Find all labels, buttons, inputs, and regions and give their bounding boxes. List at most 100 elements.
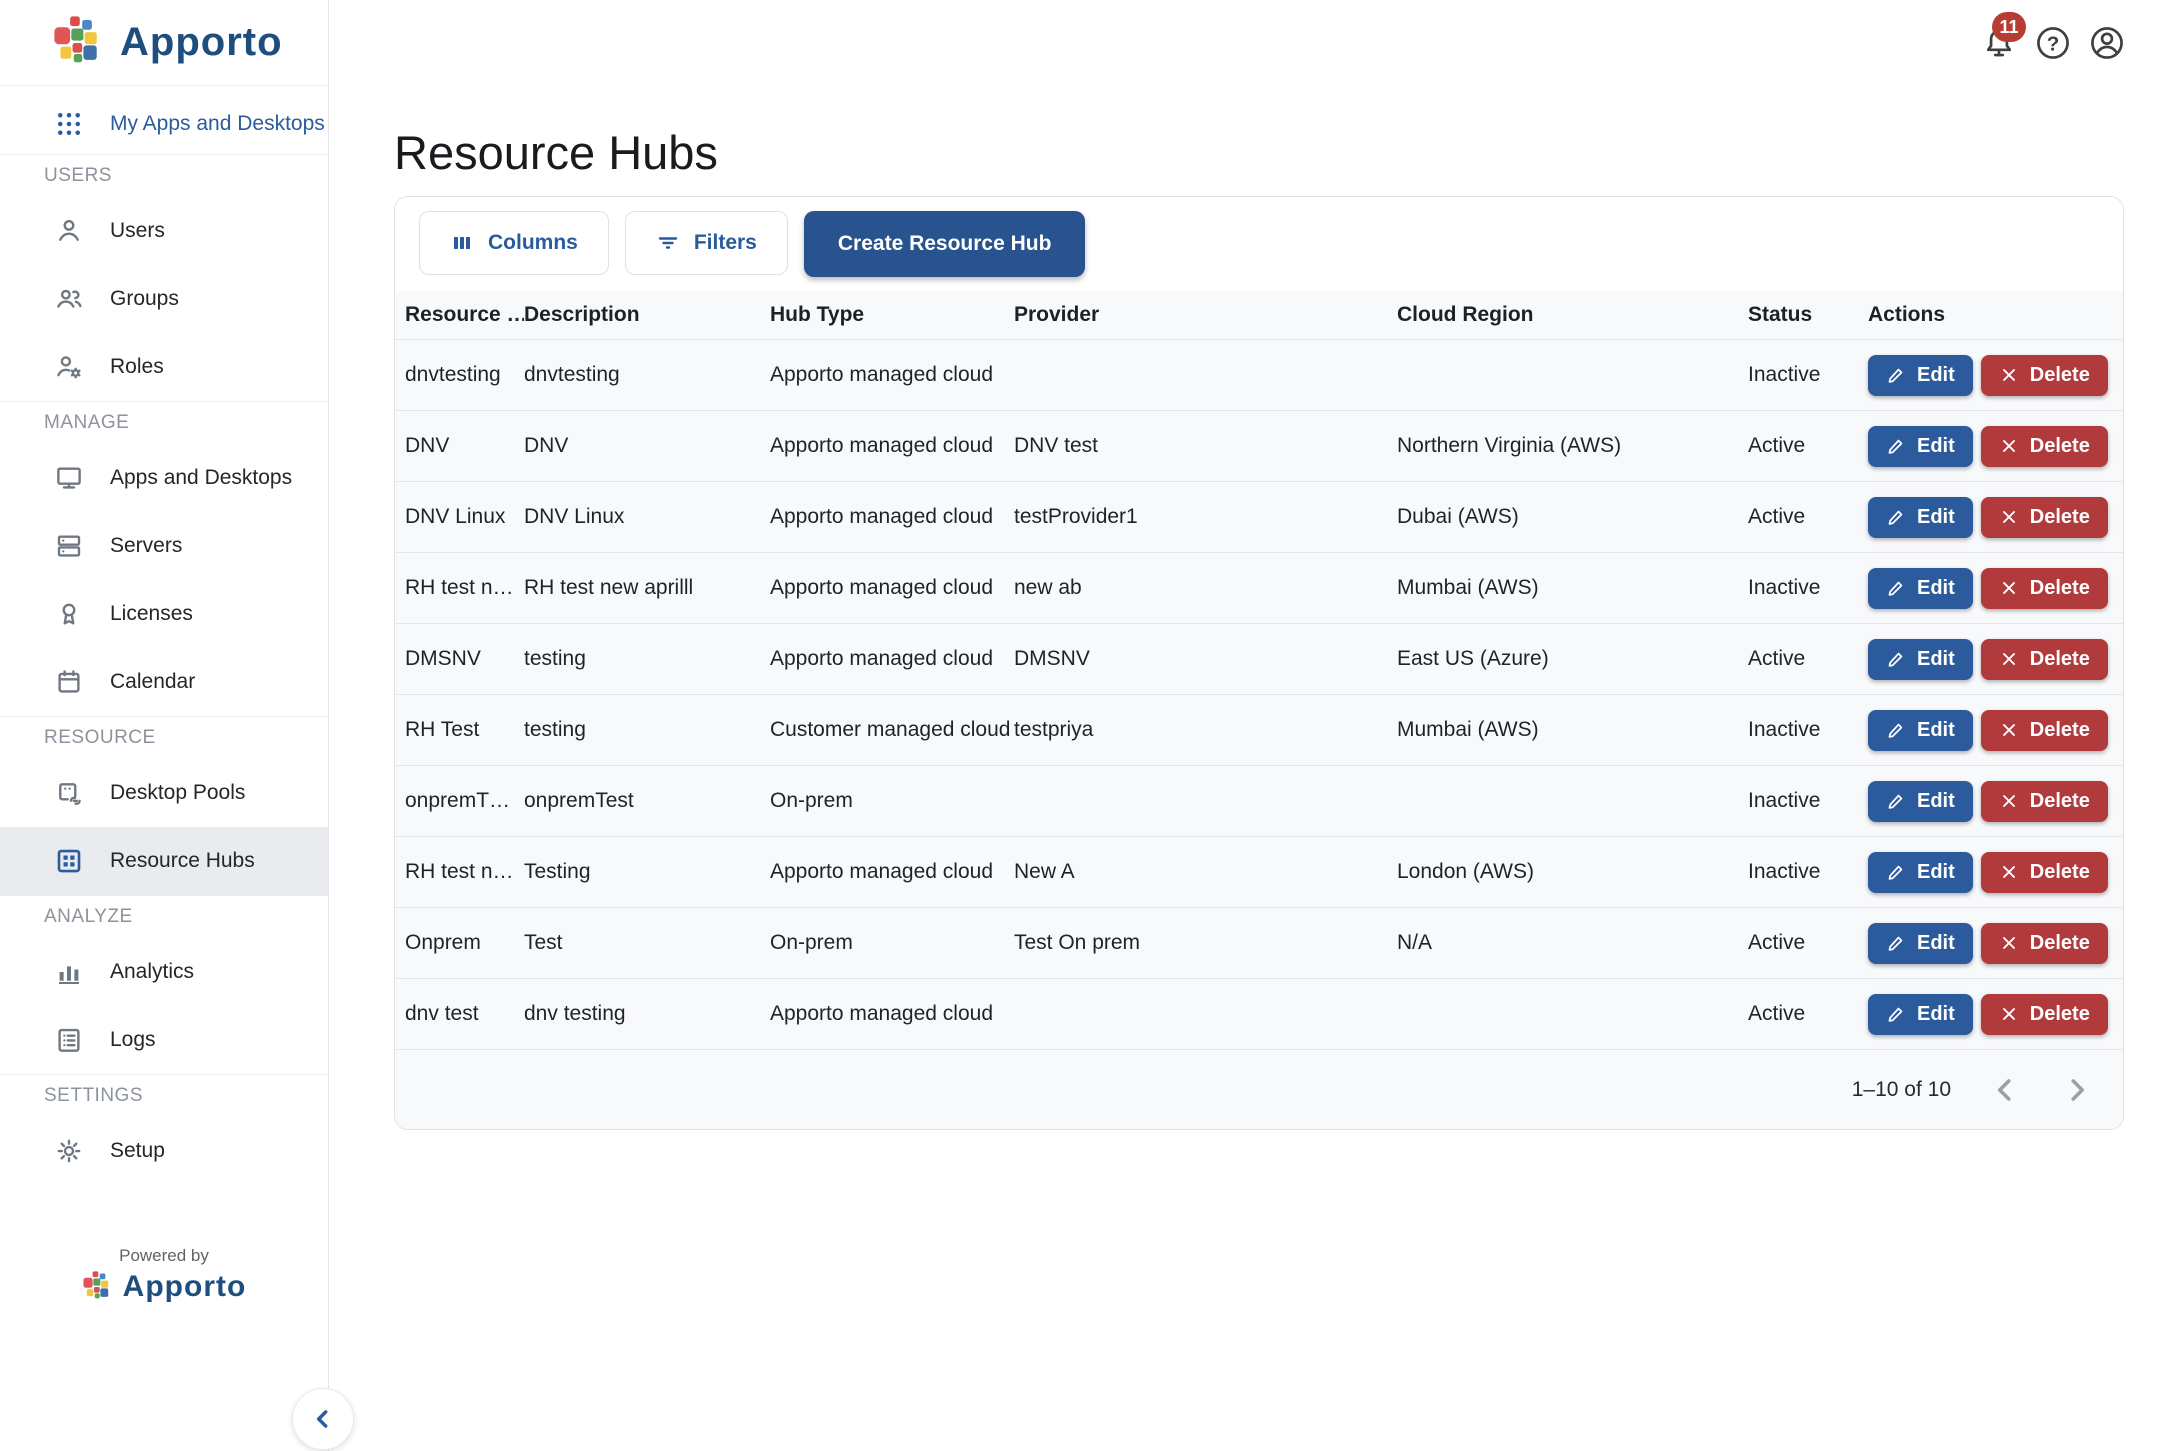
resource-hubs-card: Columns Filters Create Resource Hub Reso…	[394, 196, 2124, 1130]
edit-button[interactable]: Edit	[1868, 639, 1973, 680]
table-row[interactable]: Onprem Test On-prem Test On prem N/A Act…	[395, 907, 2123, 978]
cell-actions: Edit Delete	[1868, 781, 2124, 822]
table-row[interactable]: dnvtesting dnvtesting Apporto managed cl…	[395, 339, 2123, 410]
help-icon: ?	[2034, 24, 2072, 62]
create-resource-hub-button[interactable]: Create Resource Hub	[804, 211, 1086, 277]
cell-provider: testProvider1	[1014, 505, 1397, 529]
delete-button[interactable]: Delete	[1981, 781, 2108, 822]
table-body: dnvtesting dnvtesting Apporto managed cl…	[395, 339, 2123, 1049]
pagination-range: 1–10 of 10	[1852, 1078, 1951, 1102]
table-row[interactable]: onpremT… onpremTest On-prem Inactive Edi…	[395, 765, 2123, 836]
filters-button[interactable]: Filters	[625, 211, 788, 275]
sidebar-item-logs[interactable]: Logs	[0, 1006, 328, 1074]
table-row[interactable]: DNV Linux DNV Linux Apporto managed clou…	[395, 481, 2123, 552]
pagination-prev-button[interactable]	[1987, 1072, 2023, 1108]
pencil-icon	[1886, 720, 1906, 740]
delete-button[interactable]: Delete	[1981, 923, 2108, 964]
cell-status: Active	[1748, 931, 1868, 955]
delete-button[interactable]: Delete	[1981, 852, 2108, 893]
cell-description: Test	[524, 931, 770, 955]
cell-description: DNV	[524, 434, 770, 458]
sidebar-section-title-resource: RESOURCE	[0, 717, 328, 759]
column-header-cloud-region[interactable]: Cloud Region	[1397, 303, 1748, 327]
table-row[interactable]: DNV DNV Apporto managed cloud DNV test N…	[395, 410, 2123, 481]
table-row[interactable]: DMSNV testing Apporto managed cloud DMSN…	[395, 623, 2123, 694]
delete-button[interactable]: Delete	[1981, 639, 2108, 680]
cell-status: Inactive	[1748, 363, 1868, 387]
delete-button[interactable]: Delete	[1981, 355, 2108, 396]
delete-button[interactable]: Delete	[1981, 568, 2108, 609]
edit-button[interactable]: Edit	[1868, 994, 1973, 1035]
x-icon	[1999, 507, 2019, 527]
edit-button[interactable]: Edit	[1868, 355, 1973, 396]
delete-button[interactable]: Delete	[1981, 994, 2108, 1035]
resource-hubs-table: Resource …DescriptionHub TypeProviderClo…	[395, 291, 2123, 1129]
sidebar-item-servers[interactable]: Servers	[0, 512, 328, 580]
table-toolbar: Columns Filters Create Resource Hub	[395, 197, 2123, 291]
column-header-hub-type[interactable]: Hub Type	[770, 303, 1014, 327]
pagination-next-button[interactable]	[2059, 1072, 2095, 1108]
sidebar-item-licenses[interactable]: Licenses	[0, 580, 328, 648]
edit-button[interactable]: Edit	[1868, 852, 1973, 893]
sidebar-nav: My Apps and Desktops USERS Users Groups …	[0, 86, 328, 1185]
page-title: Resource Hubs	[394, 126, 2160, 180]
table-row[interactable]: RH test n… RH test new aprilll Apporto m…	[395, 552, 2123, 623]
cell-provider: DMSNV	[1014, 647, 1397, 671]
pencil-icon	[1886, 649, 1906, 669]
apporto-logo-icon	[82, 1270, 116, 1304]
sidebar-item-users[interactable]: Users	[0, 197, 328, 265]
notifications-button[interactable]: 11	[1980, 24, 2018, 62]
powered-by: Powered by Apporto	[0, 1246, 328, 1304]
cell-actions: Edit Delete	[1868, 994, 2124, 1035]
pencil-icon	[1886, 1004, 1906, 1024]
sidebar-item-groups[interactable]: Groups	[0, 265, 328, 333]
column-header-description[interactable]: Description	[524, 303, 770, 327]
sidebar-item-calendar[interactable]: Calendar	[0, 648, 328, 716]
sidebar-item-desktop-pools[interactable]: Desktop Pools	[0, 759, 328, 827]
column-header-resource[interactable]: Resource …	[405, 303, 524, 327]
sidebar-item-setup[interactable]: Setup	[0, 1117, 328, 1185]
columns-button[interactable]: Columns	[419, 211, 609, 275]
cell-hub-type: On-prem	[770, 931, 1014, 955]
cell-cloud-region: Mumbai (AWS)	[1397, 718, 1748, 742]
edit-button[interactable]: Edit	[1868, 710, 1973, 751]
edit-button[interactable]: Edit	[1868, 568, 1973, 609]
sidebar-section-title-manage: MANAGE	[0, 402, 328, 444]
cell-status: Inactive	[1748, 860, 1868, 884]
sidebar-section-title-analyze: ANALYZE	[0, 896, 328, 938]
account-button[interactable]	[2088, 24, 2126, 62]
help-button[interactable]: ?	[2034, 24, 2072, 62]
sidebar-collapse-button[interactable]	[292, 1388, 354, 1450]
delete-button[interactable]: Delete	[1981, 710, 2108, 751]
delete-button[interactable]: Delete	[1981, 426, 2108, 467]
powered-brand-name: Apporto	[123, 1270, 247, 1304]
sidebar-item-resource-hubs[interactable]: Resource Hubs	[0, 827, 328, 895]
edit-button[interactable]: Edit	[1868, 497, 1973, 538]
table-row[interactable]: dnv test dnv testing Apporto managed clo…	[395, 978, 2123, 1049]
analytics-icon	[54, 957, 84, 987]
column-header-status[interactable]: Status	[1748, 303, 1868, 327]
sidebar-item-my-apps-and-desktops[interactable]: My Apps and Desktops	[0, 94, 328, 154]
column-header-provider[interactable]: Provider	[1014, 303, 1397, 327]
table-row[interactable]: RH Test testing Customer managed cloud t…	[395, 694, 2123, 765]
edit-button[interactable]: Edit	[1868, 923, 1973, 964]
x-icon	[1999, 436, 2019, 456]
pagination: 1–10 of 10	[395, 1049, 2123, 1129]
apps-grid-icon	[54, 109, 84, 139]
cell-status: Inactive	[1748, 718, 1868, 742]
sidebar-item-apps-and-desktops[interactable]: Apps and Desktops	[0, 444, 328, 512]
monitor-icon	[54, 463, 84, 493]
edit-button[interactable]: Edit	[1868, 781, 1973, 822]
brand-logo[interactable]: Apporto	[0, 0, 328, 86]
gear-icon	[54, 1136, 84, 1166]
delete-button[interactable]: Delete	[1981, 497, 2108, 538]
sidebar-item-analytics[interactable]: Analytics	[0, 938, 328, 1006]
cell-cloud-region: East US (Azure)	[1397, 647, 1748, 671]
edit-button[interactable]: Edit	[1868, 426, 1973, 467]
cell-resource-name: DMSNV	[405, 647, 524, 671]
cell-provider: testpriya	[1014, 718, 1397, 742]
table-row[interactable]: RH test n… Testing Apporto managed cloud…	[395, 836, 2123, 907]
column-header-actions[interactable]: Actions	[1868, 303, 2124, 327]
cell-actions: Edit Delete	[1868, 568, 2124, 609]
sidebar-item-roles[interactable]: Roles	[0, 333, 328, 401]
